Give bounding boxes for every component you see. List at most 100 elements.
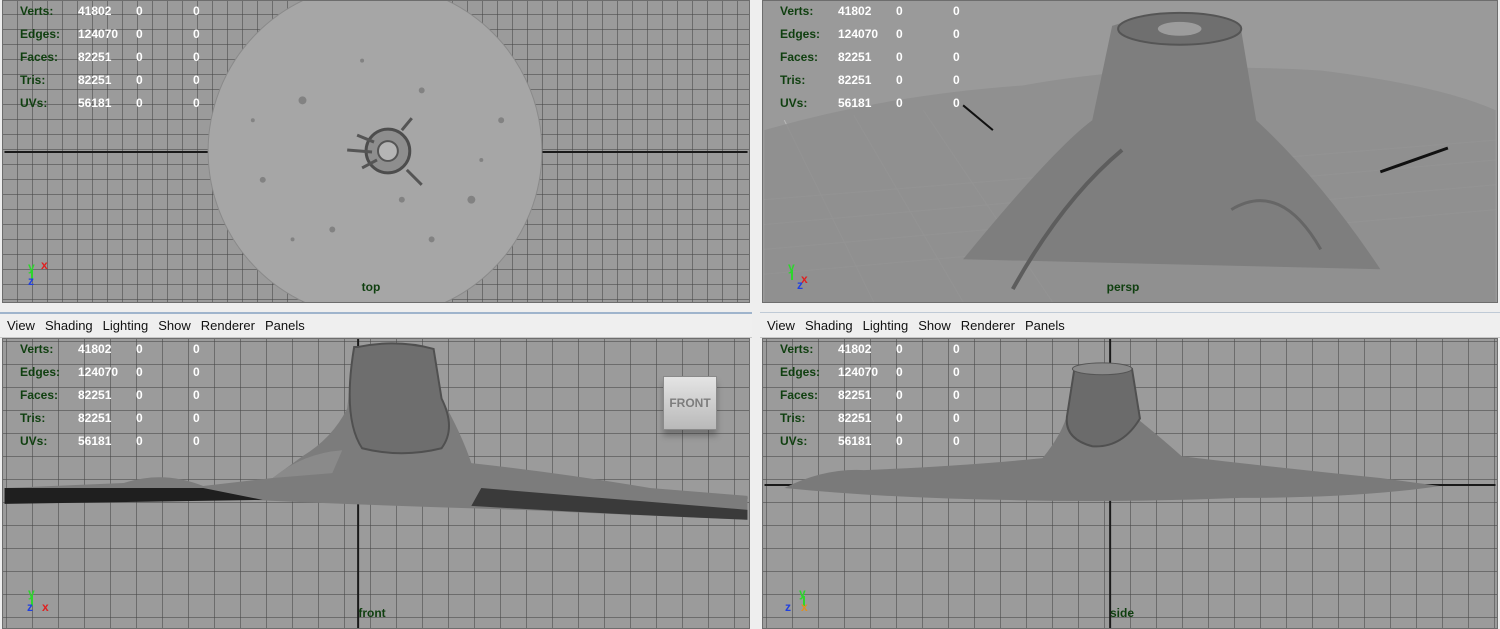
hud-row: UVs: 56181 0 0 (20, 433, 220, 456)
hud-stat-label: UVs: (780, 434, 808, 448)
hud-stat-value: 0 (896, 411, 903, 425)
hud-stat-value: 0 (953, 342, 960, 356)
hud-stats-persp: Verts: 41802 0 0 Edges: 124070 0 0 Faces: 82251 0 0… (780, 3, 980, 118)
hud-stat-value: 0 (953, 27, 960, 41)
menu-shading[interactable]: Shading (805, 318, 853, 333)
axis-gizmo-icon: y x z (28, 258, 48, 288)
hud-row: UVs: 56181 0 0 (20, 95, 220, 118)
camera-label: front (358, 606, 386, 620)
hud-stat-label: Verts: (780, 342, 814, 356)
menu-show[interactable]: Show (158, 318, 191, 333)
hud-stat-label: Edges: (20, 27, 61, 41)
hud-stat-label: Faces: (20, 388, 59, 402)
hud-stat-value: 0 (193, 4, 200, 18)
hud-stat-label: Edges: (780, 365, 821, 379)
hud-row: Verts: 41802 0 0 (20, 341, 220, 364)
viewcube[interactable]: FRONT (663, 376, 717, 430)
hud-row: UVs: 56181 0 0 (780, 95, 980, 118)
menu-renderer[interactable]: Renderer (201, 318, 255, 333)
hud-stat-label: Tris: (780, 411, 806, 425)
hud-stat-value: 0 (136, 27, 143, 41)
hud-stat-value: 0 (136, 73, 143, 87)
hud-stat-value: 0 (136, 365, 143, 379)
hud-stat-value: 0 (896, 434, 903, 448)
menu-panels[interactable]: Panels (265, 318, 305, 333)
menu-view[interactable]: View (7, 318, 35, 333)
hud-stat-value: 56181 (78, 96, 112, 110)
hud-stat-value: 0 (953, 388, 960, 402)
menu-panels[interactable]: Panels (1025, 318, 1065, 333)
hud-stat-label: UVs: (780, 96, 808, 110)
hud-stat-value: 82251 (78, 388, 112, 402)
camera-label: side (1109, 606, 1135, 620)
hud-row: Verts: 41802 0 0 (780, 341, 980, 364)
viewport-front[interactable]: Verts: 41802 0 0 Edges: 124070 0 0 Faces: 82251 0 0… (2, 338, 750, 629)
hud-stat-value: 82251 (78, 50, 112, 64)
hud-row: Edges: 124070 0 0 (20, 364, 220, 387)
menu-renderer[interactable]: Renderer (961, 318, 1015, 333)
hud-stat-value: 82251 (838, 411, 872, 425)
hud-stat-value: 0 (136, 4, 143, 18)
hud-row: Tris: 82251 0 0 (20, 72, 220, 95)
viewport-top[interactable]: Verts: 41802 0 0 Edges: 124070 0 0 Faces: 82251 0 0… (2, 0, 750, 303)
hud-stat-value: 0 (896, 342, 903, 356)
axis-gizmo-icon: y z x (27, 586, 49, 614)
hud-row: Tris: 82251 0 0 (780, 72, 980, 95)
hud-stat-label: Tris: (780, 73, 806, 87)
hud-stat-value: 0 (193, 73, 200, 87)
hud-stat-value: 0 (193, 96, 200, 110)
hud-row: Faces: 82251 0 0 (780, 387, 980, 410)
hud-stat-value: 0 (136, 388, 143, 402)
hud-stat-label: Faces: (780, 50, 819, 64)
hud-stat-value: 82251 (838, 388, 872, 402)
hud-stat-value: 0 (953, 411, 960, 425)
hud-row: Faces: 82251 0 0 (780, 49, 980, 72)
hud-row: Edges: 124070 0 0 (780, 26, 980, 49)
hud-stat-value: 0 (896, 96, 903, 110)
hud-stat-value: 56181 (78, 434, 112, 448)
hud-stat-value: 124070 (78, 365, 119, 379)
hud-stat-value: 0 (136, 96, 143, 110)
hud-stat-label: Edges: (20, 365, 61, 379)
hud-stat-label: Faces: (780, 388, 819, 402)
hud-stat-value: 82251 (838, 50, 872, 64)
hud-stat-value: 0 (193, 50, 200, 64)
hud-stat-value: 0 (136, 50, 143, 64)
hud-stat-label: Faces: (20, 50, 59, 64)
viewport-persp[interactable]: Verts: 41802 0 0 Edges: 124070 0 0 Faces: 82251 0 0… (762, 0, 1498, 303)
hud-stat-value: 56181 (838, 96, 872, 110)
hud-stat-value: 0 (896, 73, 903, 87)
hud-stats-front: Verts: 41802 0 0 Edges: 124070 0 0 Faces: 82251 0 0… (20, 341, 220, 456)
hud-stat-value: 124070 (838, 27, 879, 41)
viewport-side[interactable]: Verts: 41802 0 0 Edges: 124070 0 0 Faces: 82251 0 0… (762, 338, 1498, 629)
hud-row: Faces: 82251 0 0 (20, 387, 220, 410)
hud-stat-value: 0 (896, 50, 903, 64)
hud-stat-value: 0 (953, 434, 960, 448)
axis-gizmo-icon: y x z (788, 260, 808, 292)
panel-menubar-side: View Shading Lighting Show Renderer Panels (760, 312, 1500, 338)
menu-view[interactable]: View (767, 318, 795, 333)
hud-stat-value: 0 (193, 365, 200, 379)
menu-shading[interactable]: Shading (45, 318, 93, 333)
hud-stats-side: Verts: 41802 0 0 Edges: 124070 0 0 Faces: 82251 0 0… (780, 341, 980, 456)
hud-stat-value: 0 (953, 50, 960, 64)
hud-row: Faces: 82251 0 0 (20, 49, 220, 72)
menu-lighting[interactable]: Lighting (103, 318, 149, 333)
hud-stat-value: 0 (953, 4, 960, 18)
hud-stat-label: UVs: (20, 434, 48, 448)
hud-stat-value: 0 (193, 388, 200, 402)
hud-stat-value: 41802 (78, 342, 112, 356)
menu-lighting[interactable]: Lighting (863, 318, 909, 333)
hud-stat-value: 41802 (838, 342, 872, 356)
hud-stat-value: 0 (953, 365, 960, 379)
menu-show[interactable]: Show (918, 318, 951, 333)
hud-stat-label: Tris: (20, 73, 46, 87)
hud-stat-value: 56181 (838, 434, 872, 448)
hud-stat-value: 0 (896, 388, 903, 402)
hud-stat-label: Verts: (20, 342, 54, 356)
camera-label: top (361, 280, 381, 294)
hud-stats-top: Verts: 41802 0 0 Edges: 124070 0 0 Faces: 82251 0 0… (20, 3, 220, 118)
hud-stat-value: 0 (193, 342, 200, 356)
camera-label: persp (1106, 280, 1140, 294)
hud-row: Verts: 41802 0 0 (20, 3, 220, 26)
